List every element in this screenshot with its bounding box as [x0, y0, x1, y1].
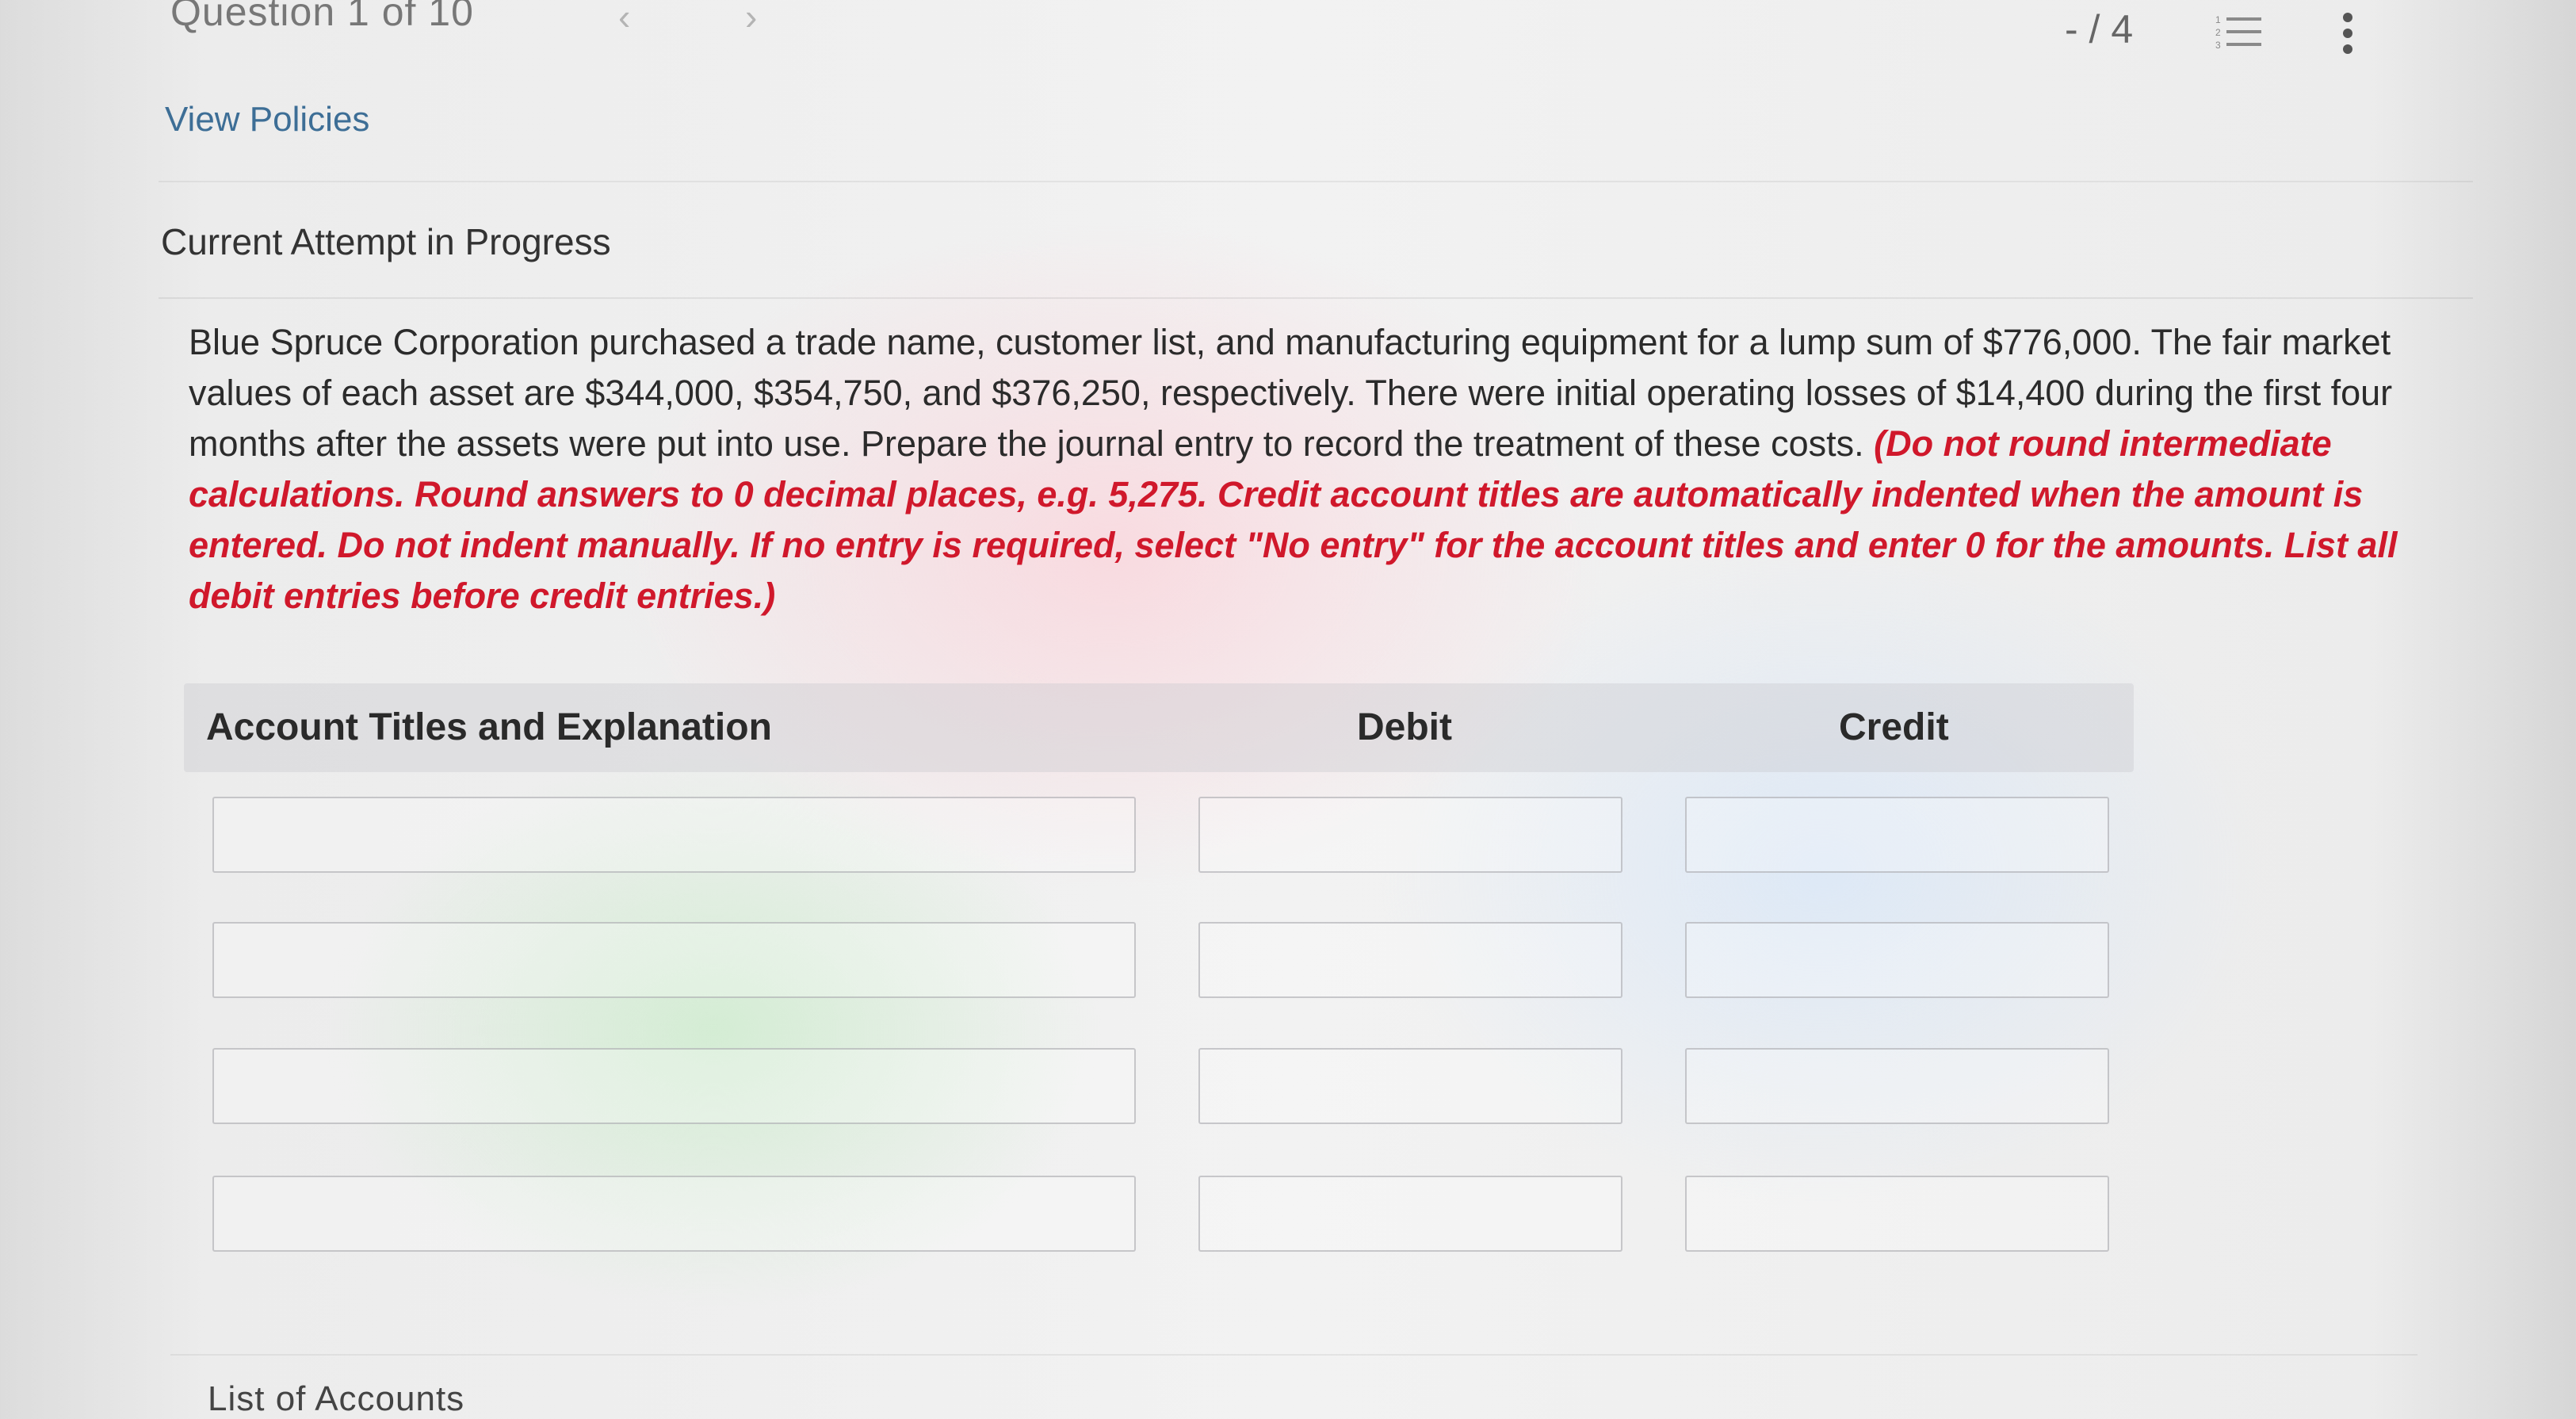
journal-table-header: Account Titles and Explanation Debit Cre… [184, 683, 2134, 772]
debit-input[interactable] [1198, 1048, 1622, 1124]
column-header-account: Account Titles and Explanation [206, 706, 772, 748]
credit-input[interactable] [1685, 922, 2109, 998]
account-title-input[interactable] [212, 922, 1136, 998]
numbered-list-icon[interactable]: 1 2 3 [2215, 13, 2263, 52]
journal-row [0, 922, 2576, 1000]
question-score: - / 4 [2065, 7, 2134, 52]
previous-question-button[interactable]: ‹ [618, 0, 630, 38]
journal-row [0, 1048, 2576, 1126]
svg-text:1: 1 [2215, 14, 2221, 25]
next-question-button[interactable]: › [745, 0, 757, 38]
divider [159, 181, 2473, 182]
divider [159, 297, 2473, 299]
journal-row [0, 797, 2576, 874]
list-of-accounts-link[interactable]: List of Accounts [208, 1379, 464, 1419]
debit-input[interactable] [1198, 1176, 1622, 1252]
debit-input[interactable] [1198, 797, 1622, 873]
question-text: Blue Spruce Corporation purchased a trad… [189, 317, 2400, 622]
account-title-input[interactable] [212, 797, 1136, 873]
svg-text:2: 2 [2215, 27, 2221, 38]
account-title-input[interactable] [212, 1048, 1136, 1124]
view-policies-link[interactable]: View Policies [165, 100, 369, 140]
account-title-input[interactable] [212, 1176, 1136, 1252]
svg-text:3: 3 [2215, 40, 2221, 51]
attempt-heading: Current Attempt in Progress [161, 221, 611, 262]
journal-row [0, 1176, 2576, 1253]
question-counter: Question 1 of 10 [170, 0, 474, 34]
column-header-credit: Credit [1839, 706, 1949, 748]
credit-input[interactable] [1685, 1048, 2109, 1124]
credit-input[interactable] [1685, 1176, 2109, 1252]
vertical-ellipsis-icon[interactable] [2338, 11, 2357, 55]
column-header-debit: Debit [1357, 706, 1452, 748]
divider [170, 1354, 2417, 1356]
debit-input[interactable] [1198, 922, 1622, 998]
credit-input[interactable] [1685, 797, 2109, 873]
